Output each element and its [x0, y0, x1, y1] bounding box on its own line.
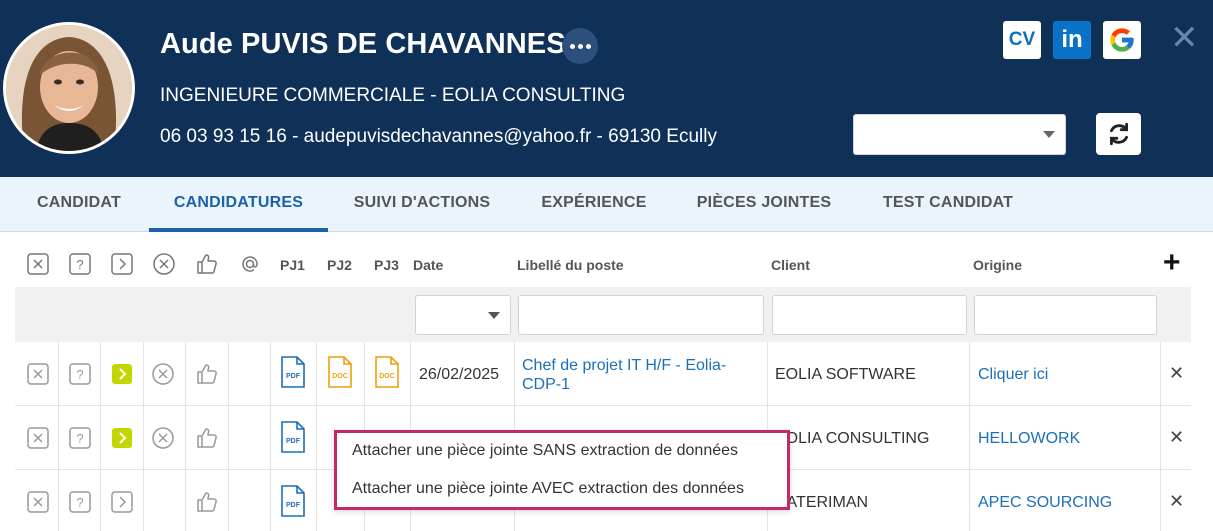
- svg-text:PDF: PDF: [286, 438, 301, 445]
- attachment-context-menu: Attacher une pièce jointe SANS extractio…: [334, 430, 790, 510]
- col-libelle-poste[interactable]: Libellé du poste: [517, 257, 624, 273]
- svg-text:PDF: PDF: [286, 373, 301, 380]
- candidate-header: Aude PUVIS DE CHAVANNES INGENIEURE COMME…: [0, 0, 1213, 177]
- svg-text:?: ?: [76, 495, 83, 510]
- linkedin-button[interactable]: in: [1053, 21, 1091, 59]
- chevron-active-icon[interactable]: [110, 362, 134, 386]
- question-box-icon[interactable]: ?: [68, 426, 92, 450]
- row-client: EOLIA SOFTWARE: [775, 366, 916, 383]
- row-delete-icon[interactable]: ✕: [1169, 491, 1184, 512]
- tab-candidat[interactable]: CANDIDAT: [15, 177, 143, 232]
- close-box-icon[interactable]: [26, 426, 50, 450]
- cancel-circle-icon[interactable]: [151, 426, 175, 450]
- pdf-file-icon[interactable]: PDF: [280, 484, 306, 518]
- candidate-contact: 06 03 93 15 16 - audepuvisdechavannes@ya…: [160, 126, 717, 147]
- svg-text:?: ?: [76, 431, 83, 446]
- col-client[interactable]: Client: [771, 257, 810, 273]
- svg-text:DOC: DOC: [379, 373, 395, 380]
- chevron-box-icon[interactable]: [110, 252, 134, 276]
- origine-filter-input[interactable]: [974, 295, 1157, 335]
- add-button[interactable]: +: [1163, 248, 1181, 278]
- svg-text:PDF: PDF: [286, 502, 301, 509]
- question-box-icon[interactable]: ?: [68, 362, 92, 386]
- col-pj1: PJ1: [280, 257, 305, 273]
- refresh-icon: [1109, 122, 1128, 146]
- poste-filter-input[interactable]: [518, 295, 764, 335]
- cancel-circle-icon[interactable]: [152, 252, 176, 276]
- google-button[interactable]: [1103, 21, 1141, 59]
- dot-icon: [569, 43, 575, 49]
- more-options-button[interactable]: [562, 28, 598, 64]
- tab-test-candidat[interactable]: TEST CANDIDAT: [870, 177, 1026, 232]
- svg-text:?: ?: [76, 367, 83, 382]
- pdf-file-icon[interactable]: PDF: [280, 355, 306, 389]
- close-box-icon[interactable]: [26, 362, 50, 386]
- row-origine-link[interactable]: APEC SOURCING: [978, 494, 1112, 512]
- row-poste-link[interactable]: Chef de projet IT H/F - Eolia-CDP-1: [522, 356, 762, 394]
- tab-candidatures[interactable]: CANDIDATURES: [149, 177, 328, 232]
- close-box-icon[interactable]: [26, 252, 50, 276]
- google-icon: [1110, 28, 1134, 52]
- header-select[interactable]: [853, 114, 1066, 155]
- tab-bar: CANDIDAT CANDIDATURES SUIVI D'ACTIONS EX…: [0, 177, 1213, 232]
- svg-text:DOC: DOC: [332, 373, 348, 380]
- thumbs-up-icon[interactable]: [195, 252, 219, 276]
- date-filter-select[interactable]: [415, 295, 511, 335]
- cv-button[interactable]: CV: [1003, 21, 1041, 59]
- close-box-icon[interactable]: [26, 490, 50, 514]
- tab-experience[interactable]: EXPÉRIENCE: [530, 177, 658, 232]
- col-pj2: PJ2: [327, 257, 352, 273]
- thumbs-up-icon[interactable]: [195, 362, 219, 386]
- refresh-button[interactable]: [1096, 113, 1141, 155]
- close-icon[interactable]: ✕: [1170, 21, 1199, 55]
- avatar: [3, 22, 135, 154]
- row-origine-link[interactable]: Cliquer ici: [978, 366, 1048, 384]
- candidate-position: INGENIEURE COMMERCIALE - EOLIA CONSULTIN…: [160, 85, 626, 106]
- svg-text:?: ?: [76, 257, 83, 272]
- row-origine-link[interactable]: HELLOWORK: [978, 430, 1080, 448]
- row-delete-icon[interactable]: ✕: [1169, 363, 1184, 384]
- col-origine[interactable]: Origine: [973, 257, 1022, 273]
- client-filter-input[interactable]: [772, 295, 967, 335]
- candidate-name: Aude PUVIS DE CHAVANNES: [160, 28, 566, 60]
- thumbs-up-icon[interactable]: [195, 426, 219, 450]
- at-icon[interactable]: [238, 252, 262, 276]
- linkedin-icon: in: [1061, 26, 1083, 53]
- row-date: 26/02/2025: [419, 366, 500, 383]
- menu-item-attach-without-extraction[interactable]: Attacher une pièce jointe SANS extractio…: [352, 442, 738, 460]
- doc-file-icon[interactable]: DOC: [374, 355, 400, 389]
- question-box-icon[interactable]: ?: [68, 490, 92, 514]
- row-delete-icon[interactable]: ✕: [1169, 427, 1184, 448]
- chevron-box-icon[interactable]: [110, 490, 134, 514]
- col-date[interactable]: Date: [413, 257, 443, 273]
- col-pj3: PJ3: [374, 257, 399, 273]
- dot-icon: [577, 43, 583, 49]
- thumbs-up-icon[interactable]: [195, 490, 219, 514]
- menu-item-attach-with-extraction[interactable]: Attacher une pièce jointe AVEC extractio…: [352, 480, 744, 498]
- tab-pieces-jointes[interactable]: PIÈCES JOINTES: [690, 177, 838, 232]
- doc-file-icon[interactable]: DOC: [327, 355, 353, 389]
- chevron-active-icon[interactable]: [110, 426, 134, 450]
- chevron-down-icon: [1043, 131, 1055, 138]
- pdf-file-icon[interactable]: PDF: [280, 420, 306, 454]
- cancel-circle-icon[interactable]: [151, 362, 175, 386]
- row-client: EOLIA CONSULTING: [775, 430, 930, 447]
- chevron-down-icon: [488, 312, 500, 319]
- dot-icon: [585, 43, 591, 49]
- tab-suivi-actions[interactable]: SUIVI D'ACTIONS: [340, 177, 504, 232]
- question-box-icon[interactable]: ?: [68, 252, 92, 276]
